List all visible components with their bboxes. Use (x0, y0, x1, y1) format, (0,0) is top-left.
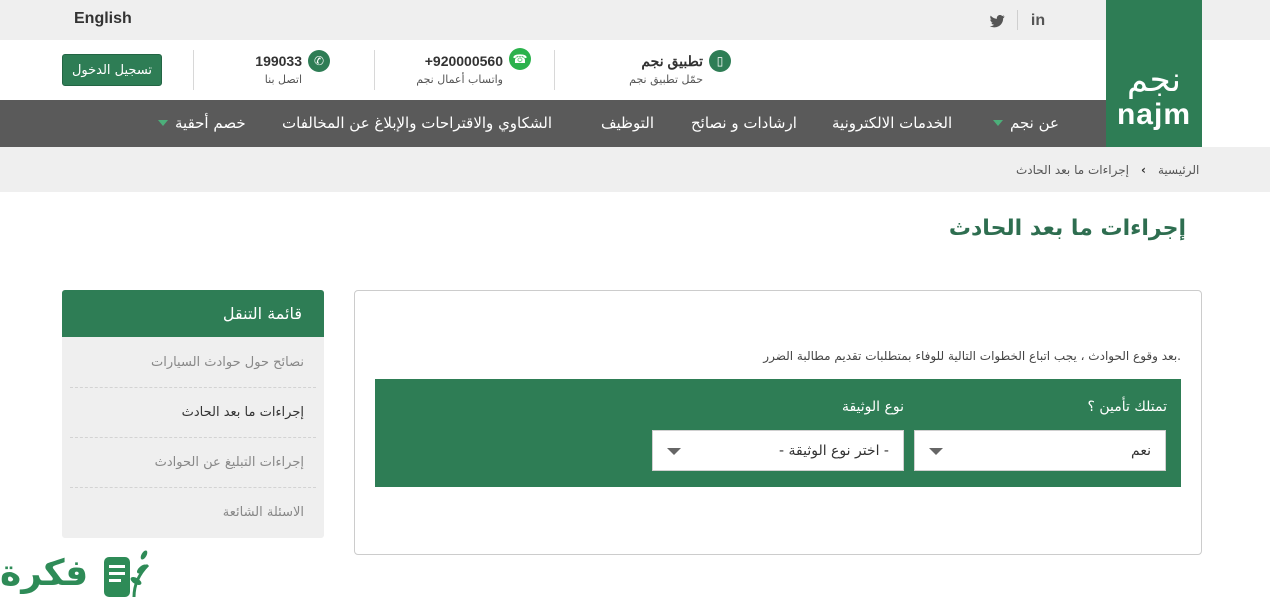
chevron-down-icon[interactable] (993, 120, 1003, 126)
twitter-icon[interactable] (988, 12, 1006, 30)
breadcrumb-current: إجراءات ما بعد الحادث (1016, 163, 1129, 177)
content-card: بعد وقوع الحوادث ، يجب اتباع الخطوات الت… (354, 290, 1202, 555)
logo-english-text: najm (1116, 98, 1192, 131)
language-switch-link[interactable]: English (74, 10, 132, 28)
breadcrumb-home[interactable]: الرئيسية (1158, 163, 1199, 177)
phone-contact[interactable]: 199033 اتصل بنا (228, 50, 302, 88)
nav-item-about[interactable]: عن نجم (1010, 100, 1059, 147)
nav-item-complaints[interactable]: الشكاوي والاقتراحات والإبلاغ عن المخالفا… (282, 100, 552, 147)
sidebar-header: قائمة التنقل (62, 290, 324, 337)
watermark-text: فكرة (0, 553, 89, 594)
document-type-select[interactable]: - اختر نوع الوثيقة - (652, 430, 904, 471)
nav-item-careers[interactable]: التوظيف (601, 100, 654, 147)
phone-icon[interactable]: ✆ (308, 50, 330, 72)
app-caption: حمّل تطبيق نجم (629, 73, 703, 86)
mobile-phone-icon[interactable]: ▯ (709, 50, 731, 72)
whatsapp-number: +920000560 (424, 53, 503, 69)
chevron-down-icon (929, 448, 943, 455)
logo-arabic-text: نجم (1126, 60, 1182, 100)
najm-app-link[interactable]: تطبيق نجم حمّل تطبيق نجم (600, 50, 703, 88)
nav-item-e-services[interactable]: الخدمات الالكترونية (832, 100, 952, 147)
breadcrumb: الرئيسية ‹ إجراءات ما بعد الحادث (0, 147, 1270, 192)
sidebar-item-car-accident-tips[interactable]: نصائح حول حوادث السيارات (70, 338, 316, 388)
sidebar-item-label: نصائح حول حوادث السيارات (150, 355, 304, 370)
main-navigation: عن نجم الخدمات الالكترونية ارشادات و نصا… (0, 100, 1106, 147)
linkedin-icon[interactable]: in (1029, 12, 1047, 30)
app-title: تطبيق نجم (641, 53, 703, 69)
chevron-down-icon[interactable] (158, 120, 168, 126)
nav-item-discount[interactable]: خصم أحقية (175, 100, 246, 147)
header-divider (374, 50, 375, 90)
page-title: إجراءات ما بعد الحادث (948, 216, 1186, 241)
whatsapp-caption: واتساب أعمال نجم (416, 73, 503, 86)
header-divider (193, 50, 194, 90)
header-divider (554, 50, 555, 90)
najm-logo[interactable]: نجم najm (1106, 0, 1202, 147)
chevron-left-icon: ‹ (1141, 163, 1146, 177)
phone-caption: اتصل بنا (264, 73, 302, 86)
document-type-label: نوع الوثيقة (841, 399, 904, 415)
top-bar: English in (0, 0, 1270, 40)
sidebar-item-reporting[interactable]: إجراءات التبليغ عن الحوادث (70, 438, 316, 488)
whatsapp-contact[interactable]: +920000560 واتساب أعمال نجم (400, 50, 503, 88)
policy-form: تمتلك تأمين ؟ نوع الوثيقة نعم - اختر نوع… (375, 379, 1181, 487)
login-button[interactable]: تسجيل الدخول (62, 54, 162, 86)
document-type-select-value: - اختر نوع الوثيقة - (778, 443, 889, 459)
chevron-down-icon (667, 448, 681, 455)
nav-item-guidance[interactable]: ارشادات و نصائح (691, 100, 797, 147)
insurance-select[interactable]: نعم (914, 430, 1166, 471)
sidebar-title: قائمة التنقل (222, 304, 302, 323)
sidebar-navigation: قائمة التنقل نصائح حول حوادث السيارات إج… (62, 290, 324, 538)
watermark-logo: فكرة (0, 545, 160, 607)
sidebar-item-post-accident[interactable]: إجراءات ما بعد الحادث (70, 388, 316, 438)
phone-number: 199033 (255, 53, 302, 69)
document-leaf-icon (104, 550, 150, 598)
insurance-label: تمتلك تأمين ؟ (1087, 399, 1167, 415)
sidebar-item-label: الاسئلة الشائعة (222, 505, 304, 520)
whatsapp-icon[interactable]: ☎ (509, 48, 531, 70)
sidebar-item-faq[interactable]: الاسئلة الشائعة (70, 488, 316, 538)
social-divider (1017, 10, 1018, 30)
intro-text: بعد وقوع الحوادث ، يجب اتباع الخطوات الت… (763, 349, 1181, 363)
insurance-select-value: نعم (1131, 443, 1151, 459)
sidebar-item-label: إجراءات التبليغ عن الحوادث (154, 455, 304, 470)
sidebar-item-label: إجراءات ما بعد الحادث (181, 405, 304, 420)
